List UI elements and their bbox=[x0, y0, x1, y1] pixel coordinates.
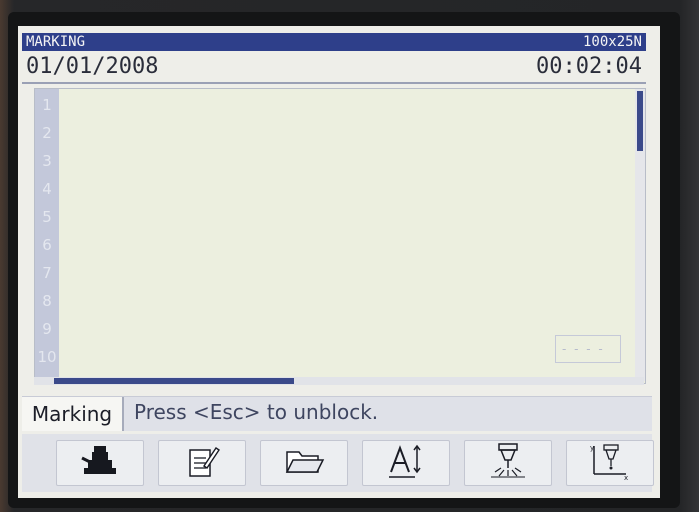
position-indicator-text: - - - - bbox=[562, 342, 605, 356]
line-number: 10 bbox=[37, 348, 57, 366]
line-number: 3 bbox=[42, 152, 52, 170]
horizontal-scrollbar[interactable] bbox=[34, 377, 644, 385]
stamp-icon bbox=[80, 444, 120, 482]
line-number: 9 bbox=[42, 320, 52, 338]
stamp-button[interactable] bbox=[56, 440, 144, 486]
axis-head-icon: y x bbox=[588, 442, 632, 484]
line-number-gutter: 1 2 3 4 5 6 7 8 9 10 bbox=[35, 89, 59, 381]
line-number: 8 bbox=[42, 292, 52, 310]
horizontal-scroll-thumb[interactable] bbox=[54, 378, 294, 384]
marking-format: 100x25N bbox=[582, 34, 642, 50]
mode-tab-marking[interactable]: Marking bbox=[22, 397, 124, 431]
line-number: 6 bbox=[42, 236, 52, 254]
line-number: 1 bbox=[42, 96, 52, 114]
clock-display: 00:02:04 bbox=[536, 54, 642, 79]
text-size-icon bbox=[385, 442, 427, 484]
title-bar: MARKING 100x25N bbox=[22, 33, 646, 51]
lcd-screen: MARKING 100x25N 01/01/2008 00:02:04 1 2 … bbox=[18, 26, 660, 498]
line-number: 2 bbox=[42, 124, 52, 142]
mode-title: MARKING bbox=[26, 34, 86, 50]
text-size-button[interactable] bbox=[362, 440, 450, 486]
line-number: 7 bbox=[42, 264, 52, 282]
mark-button[interactable] bbox=[464, 440, 552, 486]
open-button[interactable] bbox=[260, 440, 348, 486]
marking-text-editor[interactable]: 1 2 3 4 5 6 7 8 9 10 - - - - bbox=[34, 88, 646, 384]
line-number: 4 bbox=[42, 180, 52, 198]
status-bar: Marking Press <Esc> to unblock. bbox=[22, 396, 652, 431]
edit-button[interactable] bbox=[158, 440, 246, 486]
position-indicator-box: - - - - bbox=[555, 335, 621, 363]
vertical-scrollbar[interactable] bbox=[635, 89, 645, 381]
status-message: Press <Esc> to unblock. bbox=[134, 400, 379, 424]
open-folder-icon bbox=[283, 444, 325, 482]
svg-text:x: x bbox=[624, 474, 628, 480]
axis-setup-button[interactable]: y x bbox=[566, 440, 654, 486]
edit-document-icon bbox=[182, 444, 222, 482]
svg-text:y: y bbox=[590, 444, 594, 452]
date-display: 01/01/2008 bbox=[26, 54, 159, 79]
line-number: 5 bbox=[42, 208, 52, 226]
info-bar: 01/01/2008 00:02:04 bbox=[22, 52, 646, 84]
function-toolbar: y x bbox=[22, 434, 654, 492]
marking-head-icon bbox=[487, 442, 529, 484]
vertical-scroll-thumb[interactable] bbox=[637, 91, 643, 151]
